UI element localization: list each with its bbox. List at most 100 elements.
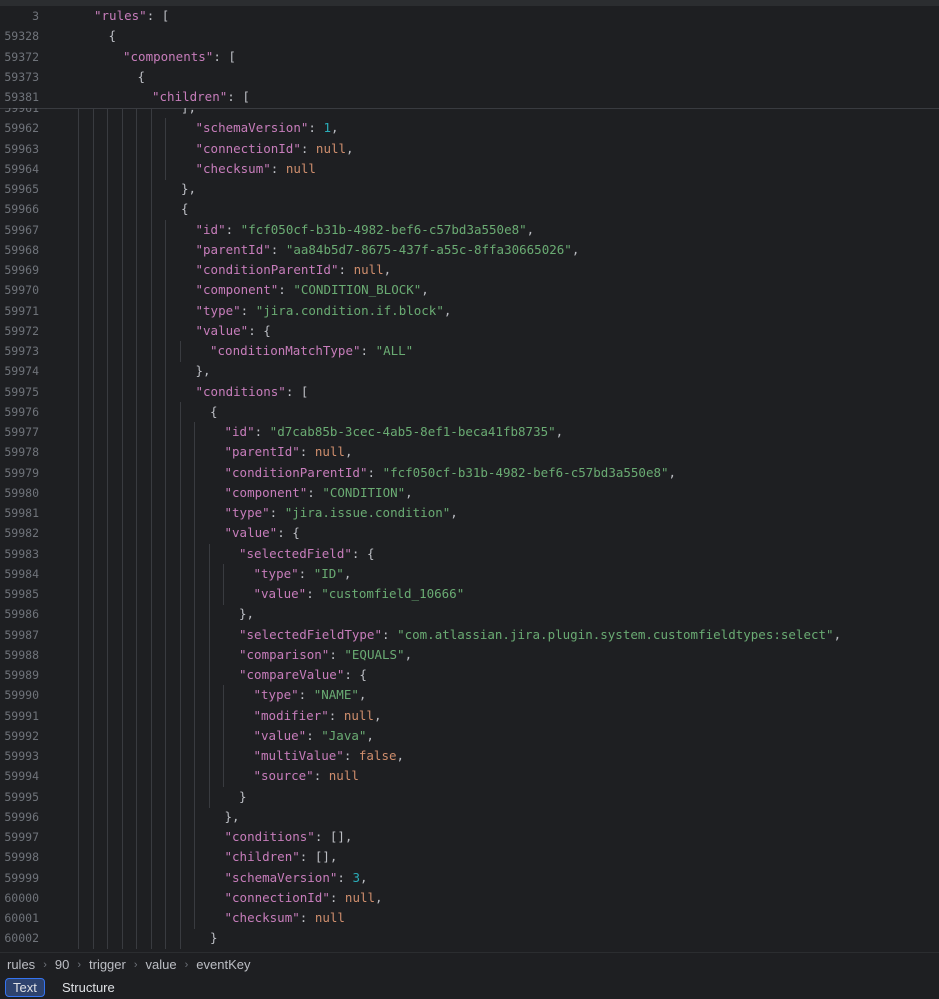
- breadcrumb-item[interactable]: eventKey: [196, 957, 250, 972]
- indent-guide: [78, 320, 79, 342]
- json-punctuation: {: [137, 68, 146, 84]
- code-line[interactable]: 60001 "checksum": null: [0, 908, 939, 929]
- code-line[interactable]: 59992 "value": "Java",: [0, 725, 939, 747]
- indent-guide: [165, 665, 166, 686]
- code-line[interactable]: 59969 "conditionParentId": null,: [0, 260, 939, 281]
- code-line[interactable]: 60000 "connectionId": null,: [0, 887, 939, 909]
- line-number: 59967: [4, 222, 39, 237]
- indent-guide: [136, 563, 137, 585]
- code-line[interactable]: 59970 "component": "CONDITION_BLOCK",: [0, 280, 939, 302]
- code-line[interactable]: 59982 "value": {: [0, 523, 939, 545]
- line-number: 59994: [4, 769, 39, 784]
- indent-guide: [107, 219, 108, 241]
- code-line[interactable]: 59997 "conditions": [],: [0, 827, 939, 848]
- code-line[interactable]: 59978 "parentId": null,: [0, 442, 939, 464]
- indent-guide: [107, 908, 108, 929]
- code-editor[interactable]: 59961], 59962 "schemaVersion": 1, 59963 "con…: [0, 108, 939, 952]
- code-line[interactable]: 59965},: [0, 179, 939, 200]
- indent-guide: [92, 462, 94, 484]
- sticky-scroll-header[interactable]: 3 "rules": [59328{59372 "components": [593…: [0, 6, 939, 109]
- code-line[interactable]: 59987 "selectedFieldType": "com.atlassian…: [0, 624, 939, 646]
- code-text: "comparison": "EQUALS",: [239, 645, 412, 665]
- code-line[interactable]: 59977 "id": "d7cab85b-3cec-4ab5-8ef1-beca…: [0, 422, 939, 443]
- line-number: 59966: [4, 202, 39, 217]
- code-line[interactable]: 59974},: [0, 361, 939, 383]
- indent-guide: [150, 280, 152, 302]
- indent-guide: [121, 685, 123, 707]
- code-line[interactable]: 59994 "source": null: [0, 766, 939, 788]
- code-line[interactable]: 59980 "component": "CONDITION",: [0, 482, 939, 504]
- code-line[interactable]: 59966 {: [0, 199, 939, 221]
- code-line[interactable]: 59989 "compareValue": {: [0, 665, 939, 686]
- code-line[interactable]: 59962 "schemaVersion": 1,: [0, 118, 939, 140]
- code-line[interactable]: 59979 "conditionParentId": "fcf050cf-b31b…: [0, 462, 939, 484]
- code-line[interactable]: 59373 {: [0, 67, 939, 87]
- breadcrumb-item[interactable]: trigger: [89, 957, 126, 972]
- code-line[interactable]: 59993 "multiValue": false,: [0, 746, 939, 767]
- indent-guide: [194, 624, 195, 646]
- code-line[interactable]: 60002}: [0, 928, 939, 950]
- indent-guide: [150, 584, 152, 605]
- indent-guide: [92, 300, 94, 322]
- code-line[interactable]: 59973 "conditionMatchType": "ALL": [0, 341, 939, 362]
- code-line[interactable]: 59976 {: [0, 401, 939, 423]
- code-text: },: [239, 604, 254, 624]
- json-punctuation: :: [299, 444, 315, 460]
- code-line[interactable]: 59986},: [0, 604, 939, 626]
- indent-guide: [150, 381, 152, 403]
- indent-guide: [136, 260, 137, 281]
- code-line[interactable]: 59984 "type": "ID",: [0, 563, 939, 585]
- code-line[interactable]: 59381 "children": [: [0, 87, 939, 107]
- json-key: "component": [224, 484, 308, 500]
- indent-guide: [121, 199, 123, 221]
- code-line[interactable]: 59967 "id": "fcf050cf-b31b-4982-bef6-c57b…: [0, 219, 939, 241]
- code-line[interactable]: 59996},: [0, 806, 939, 828]
- breadcrumb-item[interactable]: value: [146, 957, 177, 972]
- indent-guide: [136, 584, 137, 605]
- code-line[interactable]: 3 "rules": [: [0, 6, 939, 26]
- indent-guide: [92, 179, 94, 200]
- code-line[interactable]: 59972 "value": {: [0, 320, 939, 342]
- indent-guide: [78, 624, 79, 646]
- indent-guide: [150, 138, 152, 160]
- indent-guide: [136, 118, 137, 140]
- code-line[interactable]: 59975 "conditions": [: [0, 381, 939, 403]
- code-line[interactable]: 59981 "type": "jira.issue.condition",: [0, 503, 939, 524]
- code-line[interactable]: 59998 "children": [],: [0, 847, 939, 869]
- chevron-right-icon: ›: [133, 958, 138, 971]
- indent-guide: [107, 179, 108, 200]
- json-punctuation: ,: [833, 626, 842, 642]
- json-punctuation: :: [240, 302, 256, 318]
- code-line[interactable]: 59983 "selectedField": {: [0, 543, 939, 565]
- code-line[interactable]: 59999 "schemaVersion": 3,: [0, 867, 939, 889]
- line-number: 59963: [4, 141, 39, 156]
- indent-guide: [179, 806, 181, 828]
- indent-guide: [136, 786, 137, 808]
- breadcrumb-item[interactable]: rules: [7, 957, 35, 972]
- indent-guide: [150, 320, 152, 342]
- code-line[interactable]: 59963 "connectionId": null,: [0, 138, 939, 160]
- breadcrumb-item[interactable]: 90: [55, 957, 69, 972]
- indent-guide: [208, 543, 210, 565]
- indent-guide: [136, 746, 137, 767]
- code-line[interactable]: 59995}: [0, 786, 939, 808]
- code-line[interactable]: 59971 "type": "jira.condition.if.block",: [0, 300, 939, 322]
- code-line[interactable]: 59991 "modifier": null,: [0, 705, 939, 727]
- json-string: "jira.issue.condition": [284, 505, 451, 520]
- tab-text[interactable]: Text: [5, 978, 45, 997]
- tab-structure[interactable]: Structure: [55, 978, 122, 997]
- line-number: 59989: [4, 668, 39, 682]
- code-line[interactable]: 59372 "components": [: [0, 47, 939, 67]
- code-line[interactable]: 59985 "value": "customfield_10666": [0, 584, 939, 605]
- code-line[interactable]: 59990 "type": "NAME",: [0, 685, 939, 707]
- indent-guide: [136, 928, 137, 950]
- code-line[interactable]: 59961],: [0, 108, 939, 119]
- code-line[interactable]: 59988 "comparison": "EQUALS",: [0, 644, 939, 666]
- code-line[interactable]: 59964 "checksum": null: [0, 158, 939, 180]
- json-punctuation: : {: [351, 545, 375, 561]
- indent-guide: [150, 624, 152, 646]
- code-line[interactable]: 59328 {: [0, 26, 939, 46]
- indent-guide: [208, 624, 210, 646]
- code-line[interactable]: 59968 "parentId": "aa84b5d7-8675-437f-a55…: [0, 239, 939, 261]
- json-string: "ALL": [375, 343, 414, 358]
